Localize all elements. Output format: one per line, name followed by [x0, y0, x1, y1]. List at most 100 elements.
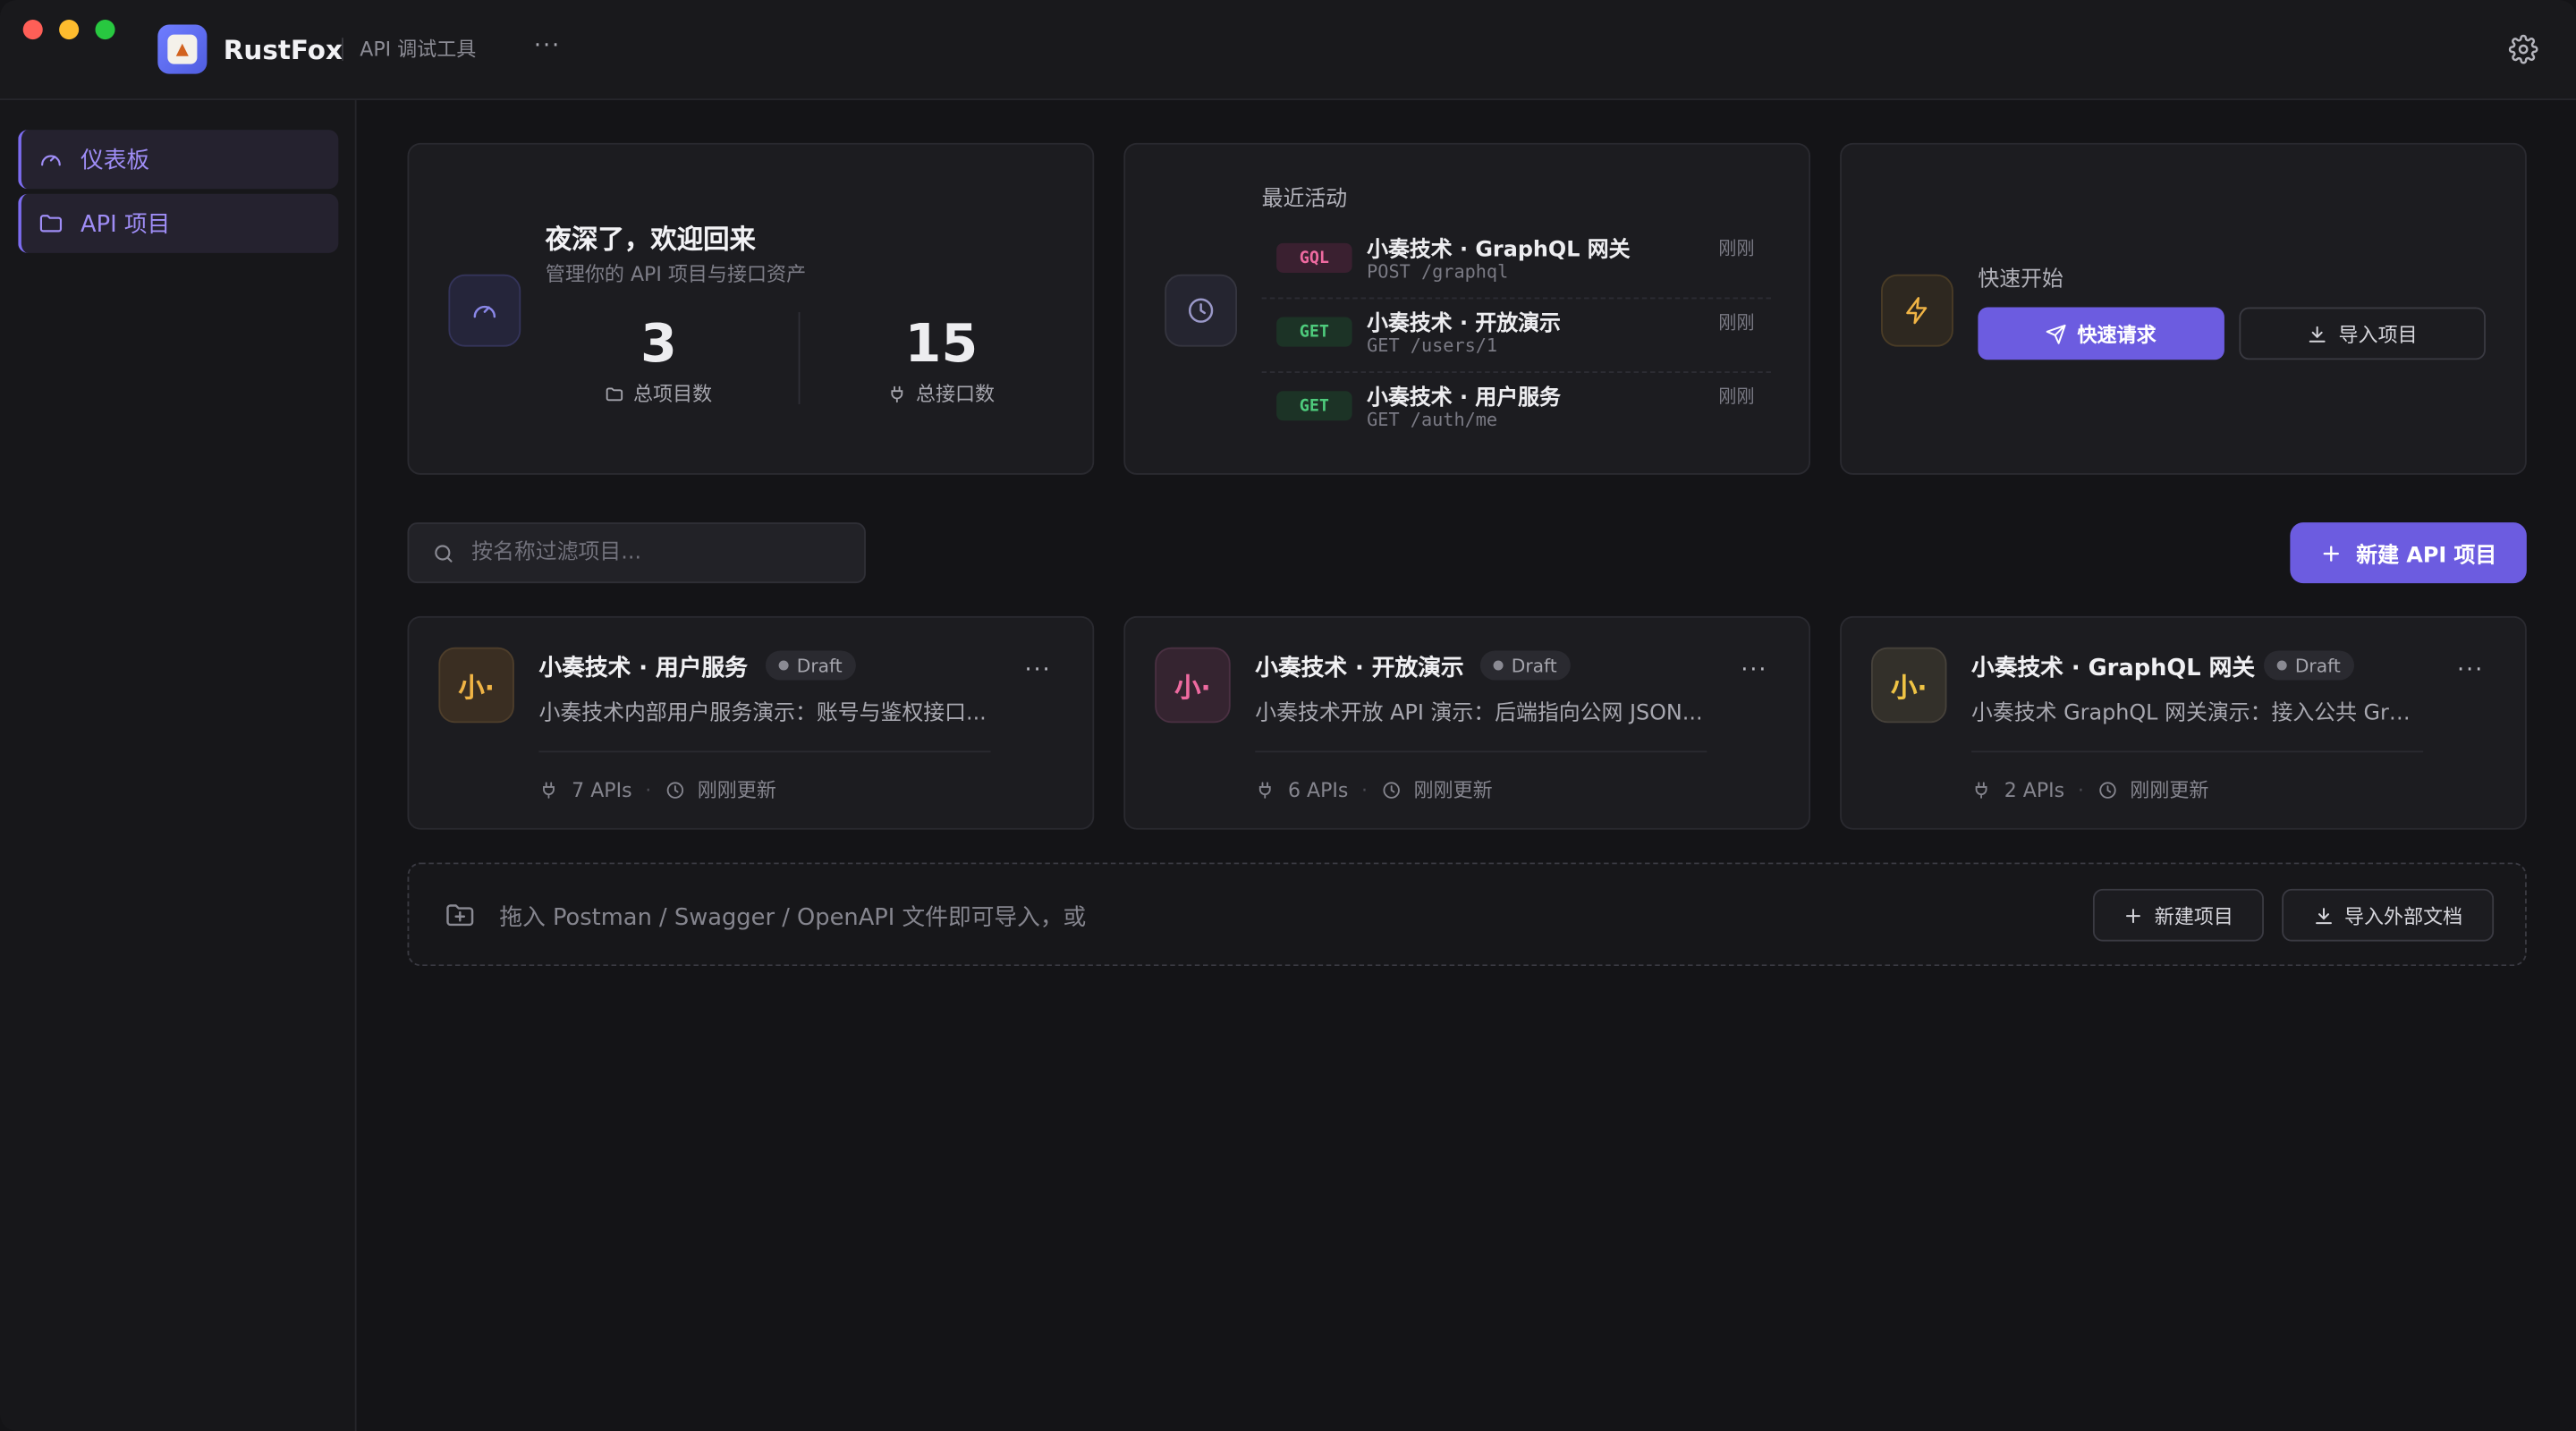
activity-icon-box [1165, 274, 1238, 347]
stat-label-text: 总项目数 [633, 383, 713, 406]
method-badge: GET [1276, 391, 1352, 421]
project-name: 小奏技术 · 用户服务 [538, 655, 748, 682]
app-logo: ▲ [157, 24, 208, 74]
project-divider [538, 750, 991, 753]
download-icon [2309, 325, 2326, 342]
activity-item[interactable]: GET 小奏技术 · 开放演示 GET /users/1 刚刚 [1261, 301, 1771, 373]
project-card[interactable]: 小· 小奏技术 · GraphQL 网关 Draft ··· 小奏技术 Grap… [1840, 615, 2527, 830]
plug-icon [892, 385, 904, 402]
gauge-icon [473, 305, 496, 318]
activity-name: 小奏技术 · 用户服务 [1367, 385, 1561, 411]
dropzone-text: 拖入 Postman / Swagger / OpenAPI 文件即可导入，或 [499, 905, 1087, 932]
project-name: 小奏技术 · 开放演示 [1255, 655, 1464, 682]
stat-apis-label: 总接口数 [826, 379, 1056, 407]
project-updated: 刚刚更新 [1413, 778, 1493, 802]
clock-icon [1382, 781, 1399, 798]
project-menu-button[interactable]: ··· [1024, 657, 1051, 683]
welcome-title: 夜深了，欢迎回来 [545, 223, 756, 255]
import-dropzone[interactable]: 拖入 Postman / Swagger / OpenAPI 文件即可导入，或 … [407, 862, 2527, 967]
welcome-subtitle: 管理你的 API 项目与接口资产 [545, 262, 807, 286]
status-text: Draft [1511, 655, 1557, 676]
new-api-project-button[interactable]: 新建 API 项目 [2290, 522, 2527, 584]
method-badge: GET [1276, 317, 1352, 347]
quick-start-title: 快速开始 [1978, 267, 2063, 292]
close-window-button[interactable] [22, 20, 43, 40]
project-description: 小奏技术 GraphQL 网关演示：接入公共 Grap... [1971, 701, 2424, 726]
clock-icon [2098, 781, 2115, 798]
project-api-count: 7 APIs [572, 777, 632, 801]
quick-start-icon-box [1881, 274, 1953, 347]
sidebar: 仪表板 API 项目 [0, 100, 357, 1431]
project-search [407, 522, 866, 584]
status-badge: Draft [1479, 650, 1571, 681]
meta-separator: · [645, 777, 652, 801]
sidebar-item-label: 仪表板 [80, 148, 150, 174]
activity-name: 小奏技术 · 开放演示 [1367, 312, 1561, 337]
project-description: 小奏技术内部用户服务演示：账号与鉴权接口... [538, 701, 987, 726]
more-menu-button[interactable]: ··· [534, 33, 561, 59]
sidebar-item-dashboard[interactable]: 仪表板 [18, 130, 339, 190]
status-badge: Draft [2263, 650, 2354, 681]
status-badge: Draft [765, 650, 856, 681]
plus-icon [2126, 908, 2141, 923]
stat-projects-label: 总项目数 [544, 379, 774, 407]
project-avatar: 小· [1871, 647, 1947, 724]
stat-apis-value: 15 [904, 312, 979, 375]
status-dot [1493, 660, 1504, 671]
new-api-project-label: 新建 API 项目 [2356, 544, 2497, 569]
project-meta: 6 APIs · 刚刚更新 [1255, 775, 1493, 803]
project-divider [1971, 750, 2424, 753]
method-badge: GQL [1276, 242, 1352, 273]
activity-path: GET /auth/me [1367, 409, 1498, 431]
project-menu-button[interactable]: ··· [2457, 657, 2484, 683]
project-card[interactable]: 小· 小奏技术 · 用户服务 Draft ··· 小奏技术内部用户服务演示：账号… [407, 615, 1095, 830]
title-bar: ▲ RustFox API 调试工具 ··· [0, 0, 2576, 101]
import-project-label: 导入项目 [2338, 322, 2418, 346]
sidebar-item-api-projects[interactable]: API 项目 [18, 193, 339, 253]
lightning-icon [1906, 297, 1928, 325]
app-window: ▲ RustFox API 调试工具 ··· 仪表板 API 项目 夜深了，欢迎… [0, 0, 2576, 1431]
quick-request-button[interactable]: 快速请求 [1978, 307, 2224, 360]
status-text: Draft [2294, 655, 2341, 676]
import-external-docs-button[interactable]: 导入外部文档 [2282, 888, 2495, 942]
search-input[interactable] [471, 540, 834, 565]
status-dot [778, 660, 789, 671]
activity-path: POST /graphql [1367, 261, 1509, 283]
recent-activity-card: 最近活动 GQL 小奏技术 · GraphQL 网关 POST /graphql… [1123, 142, 1811, 475]
meta-separator: · [2077, 777, 2084, 801]
new-project-label: 新建项目 [2154, 904, 2233, 927]
minimize-window-button[interactable] [59, 20, 80, 40]
welcome-card: 夜深了，欢迎回来 管理你的 API 项目与接口资产 3 总项目数 15 总接口数 [407, 142, 1095, 475]
plug-icon [543, 781, 555, 798]
status-text: Draft [796, 655, 843, 676]
activity-item[interactable]: GQL 小奏技术 · GraphQL 网关 POST /graphql 刚刚 [1261, 227, 1771, 300]
project-name: 小奏技术 · GraphQL 网关 [1971, 655, 2256, 682]
status-dot [2276, 660, 2287, 671]
stat-divider [798, 312, 801, 404]
activity-path: GET /users/1 [1367, 334, 1498, 357]
plug-icon [1258, 781, 1271, 798]
activity-title: 最近活动 [1261, 187, 1348, 212]
gear-icon[interactable] [2508, 34, 2538, 64]
activity-time: 刚刚 [1718, 312, 1755, 334]
sidebar-item-label: API 项目 [80, 211, 171, 239]
project-menu-button[interactable]: ··· [1741, 657, 1767, 683]
zoom-window-button[interactable] [95, 20, 115, 40]
new-project-button[interactable]: 新建项目 [2092, 888, 2264, 942]
project-updated: 刚刚更新 [2130, 778, 2209, 802]
app-subtitle: API 调试工具 [342, 38, 476, 61]
project-description: 小奏技术开放 API 演示：后端指向公网 JSON... [1255, 701, 1703, 726]
project-api-count: 2 APIs [2004, 777, 2065, 801]
send-icon [2046, 323, 2067, 343]
gauge-icon [41, 155, 61, 166]
project-card[interactable]: 小· 小奏技术 · 开放演示 Draft ··· 小奏技术开放 API 演示：后… [1123, 615, 1811, 830]
meta-separator: · [1361, 777, 1368, 801]
activity-item[interactable]: GET 小奏技术 · 用户服务 GET /auth/me 刚刚 [1262, 375, 1771, 447]
quick-start-card: 快速开始 快速请求 导入项目 [1840, 142, 2527, 475]
fox-icon: ▲ [167, 34, 198, 64]
project-avatar: 小· [438, 647, 514, 724]
quick-request-label: 快速请求 [2077, 322, 2157, 346]
activity-time: 刚刚 [1718, 238, 1755, 260]
welcome-icon-box [448, 274, 521, 347]
import-project-button[interactable]: 导入项目 [2239, 307, 2486, 360]
